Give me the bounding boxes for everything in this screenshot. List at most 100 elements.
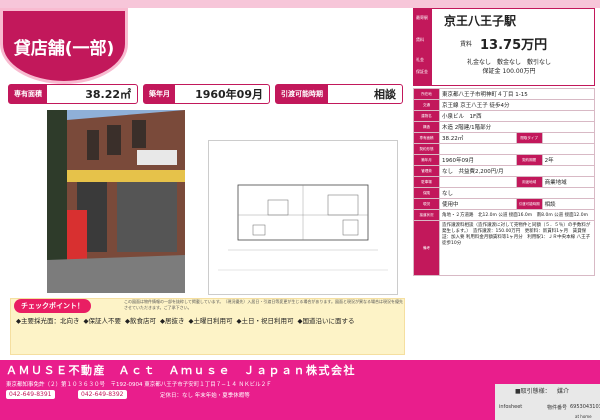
checkpoint-item: ◆飲食店可 bbox=[125, 317, 156, 325]
stat-move-label: 引渡可能時期 bbox=[276, 85, 328, 103]
table-row: 管理費 なし 共益費2,200円/月 bbox=[413, 165, 595, 177]
table-row: 接道状況 角地・２方道路 北12.0m 公道 接面16.0m 南8.0m 公道 接… bbox=[413, 209, 595, 221]
fax-number: 042-649-8392 bbox=[78, 390, 127, 399]
deposit-line: 保証金 100.00万円 bbox=[482, 68, 536, 75]
spec-value: 商業地域 bbox=[541, 176, 596, 188]
side-label-station: 最寄駅 bbox=[416, 15, 428, 20]
spec-key: 引渡可能時期 bbox=[515, 198, 543, 210]
spec-value: 2年 bbox=[541, 154, 596, 166]
key-money-line: 礼金なし 敷金なし 敷引なし bbox=[466, 59, 551, 66]
spec-key: 接道状況 bbox=[413, 209, 440, 221]
building-photo-drawing bbox=[47, 110, 185, 293]
spec-key: 契約期間 bbox=[515, 154, 543, 166]
price-box-side: 最寄駅 賃料 礼金 保証金 bbox=[414, 9, 432, 85]
trade-info: ■取引態様： 媒介 infosheet 物件番号 69530431033 at … bbox=[495, 384, 600, 420]
brand-label: infosheet bbox=[499, 404, 523, 410]
table-row: 契約形態 bbox=[413, 143, 595, 155]
checkpoint-item: ◆国道沿いに面する bbox=[297, 317, 355, 325]
spec-value: 木造 2階建/1階部分 bbox=[439, 121, 595, 133]
rent-value: 13.75万円 bbox=[480, 38, 548, 53]
table-row: 備考 造作譲渡料相談（造作譲渡に対して売物件と同額（５．５％）の手数料が発生します… bbox=[413, 220, 595, 276]
spec-value bbox=[541, 132, 596, 144]
table-row: 築年月 1960年09月 契約期間 2年 bbox=[413, 154, 596, 166]
checkpoint-title: チェックポイント！ bbox=[14, 299, 91, 313]
spec-panel: 最寄駅 賃料 礼金 保証金 京王八王子駅 賃料 13.75万円 礼金なし 敷金な… bbox=[413, 8, 596, 276]
side-label-key: 礼金 bbox=[416, 57, 424, 62]
spec-value: 1960年09月 bbox=[439, 154, 517, 166]
spec-key: 用途地域 bbox=[515, 176, 543, 188]
spec-value: 使用中 bbox=[439, 198, 517, 210]
spec-key: 契約形態 bbox=[413, 143, 440, 155]
side-label-deposit: 保証金 bbox=[416, 69, 428, 74]
company-address: 東京都知事免許（２）第１０３６３０号 〒192-0904 東京都八王子市子安町１… bbox=[6, 382, 272, 388]
spec-value: 造作譲渡料相談（造作譲渡に対して売物件と同額（５．５％）の手数料が発生します。）… bbox=[439, 220, 595, 276]
spec-key: 専有面積 bbox=[413, 132, 440, 144]
spec-key: 築年月 bbox=[413, 154, 440, 166]
side-label-rent: 賃料 bbox=[416, 37, 424, 42]
table-row: 構造 木造 2階建/1階部分 bbox=[413, 121, 595, 133]
stat-built-label: 築年月 bbox=[144, 85, 175, 103]
spec-key: 間取タイプ bbox=[515, 132, 543, 144]
spec-value: 京王線 京王八王子 徒歩4分 bbox=[439, 99, 595, 111]
key-money-info: 礼金なし 敷金なし 敷引なし 保証金 100.00万円 bbox=[434, 57, 584, 75]
spec-key: 駐車場 bbox=[413, 176, 440, 188]
stat-area-label: 専有面積 bbox=[9, 85, 47, 103]
floor-plan-drawing bbox=[208, 140, 398, 295]
rent-label: 賃料 bbox=[460, 41, 473, 48]
property-type-badge: 貸店舗(一部) bbox=[0, 8, 128, 84]
spec-value bbox=[439, 176, 517, 188]
tel-number[interactable]: 042-649-8391 bbox=[6, 390, 55, 399]
spec-key: 所在地 bbox=[413, 88, 440, 100]
spec-key: 現況 bbox=[413, 198, 440, 210]
spec-value: 相談 bbox=[541, 198, 596, 210]
checkpoint-item: ◆保証人不要 bbox=[83, 317, 122, 325]
spec-key: 備考 bbox=[413, 220, 440, 276]
table-row: 専有面積 38.22㎡ 間取タイプ bbox=[413, 132, 596, 144]
trade-value: 媒介 bbox=[557, 388, 570, 395]
spec-table: 所在地 東京都八王子市明神町４丁目 1-15 交通 京王線 京王八王子 徒歩4分 建… bbox=[413, 88, 596, 276]
checkpoint-item: ◆土日・祝日利用可 bbox=[236, 317, 294, 325]
table-row: 交通 京王線 京王八王子 徒歩4分 bbox=[413, 99, 595, 111]
floor-plan bbox=[208, 140, 398, 295]
spec-value: 角地・２方道路 北12.0m 公道 接面16.0m 南8.0m 公道 接面12.… bbox=[439, 209, 595, 221]
stat-move-value: 相談 bbox=[374, 88, 396, 101]
stat-area: 専有面積 38.22㎡ bbox=[8, 84, 138, 104]
table-row: 保険 なし bbox=[413, 187, 595, 199]
spec-value: 38.22㎡ bbox=[439, 132, 517, 144]
disclaimer-note: この図面は物件情報の一部を抜粋して掲載しています。（現況優先）入居日・引渡日等変… bbox=[124, 299, 403, 310]
footer: ＡＭＵＳＥ不動産 Ａｃｔ Ａｍｕｓｅ Ｊａｐａｎ株式会社 東京都知事免許（２）第… bbox=[0, 360, 600, 420]
property-no-label: 物件番号 bbox=[547, 405, 568, 411]
stat-built-value: 1960年09月 bbox=[195, 88, 263, 101]
spec-key: 構造 bbox=[413, 121, 440, 133]
spec-value: 小泉ビル 1F西 bbox=[439, 110, 595, 122]
spec-value: なし bbox=[439, 187, 595, 199]
stat-area-value: 38.22㎡ bbox=[85, 88, 131, 101]
stat-built: 築年月 1960年09月 bbox=[143, 84, 270, 104]
checkpoint-item: ◆居抜き bbox=[160, 317, 185, 325]
company-name: ＡＭＵＳＥ不動産 Ａｃｔ Ａｍｕｓｅ Ｊａｐａｎ株式会社 bbox=[6, 364, 356, 377]
spec-key: 交通 bbox=[413, 99, 440, 111]
top-band bbox=[0, 0, 600, 8]
building-photo bbox=[47, 110, 185, 293]
table-row: 駐車場 用途地域 商業地域 bbox=[413, 176, 596, 188]
flyer-page: 貸店舗(一部) 専有面積 38.22㎡ 築年月 1960年09月 引渡可能時期 … bbox=[0, 0, 600, 420]
table-row: 所在地 東京都八王子市明神町４丁目 1-15 bbox=[413, 88, 595, 100]
business-hours: 定休日：なし 年末年始・夏季休暇等 bbox=[160, 393, 250, 399]
station-name: 京王八王子駅 bbox=[444, 14, 517, 28]
spec-key: 保険 bbox=[413, 187, 440, 199]
checkpoint-item: ◆土曜日利用可 bbox=[188, 317, 233, 325]
property-no-value: 69530431033 bbox=[570, 404, 600, 410]
trade-label: ■取引態様： bbox=[515, 388, 551, 395]
table-row: 建物名 小泉ビル 1F西 bbox=[413, 110, 595, 122]
spec-value: 東京都八王子市明神町４丁目 1-15 bbox=[439, 88, 595, 100]
spec-value: なし 共益費2,200円/月 bbox=[439, 165, 595, 177]
stat-move: 引渡可能時期 相談 bbox=[275, 84, 403, 104]
checkpoint-item: ◆主要採光面：北向き bbox=[16, 317, 80, 325]
sheet-id: at home bbox=[575, 414, 592, 419]
price-box: 最寄駅 賃料 礼金 保証金 京王八王子駅 賃料 13.75万円 礼金なし 敷金な… bbox=[413, 8, 595, 86]
table-row: 現況 使用中 引渡可能時期 相談 bbox=[413, 198, 596, 210]
spec-key: 建物名 bbox=[413, 110, 440, 122]
spec-key: 管理費 bbox=[413, 165, 440, 177]
checkpoint-items: ◆主要採光面：北向き ◆保証人不要 ◆飲食店可 ◆居抜き ◆土曜日利用可 ◆土日… bbox=[16, 315, 396, 325]
property-type-label: 貸店舗(一部) bbox=[13, 38, 115, 59]
